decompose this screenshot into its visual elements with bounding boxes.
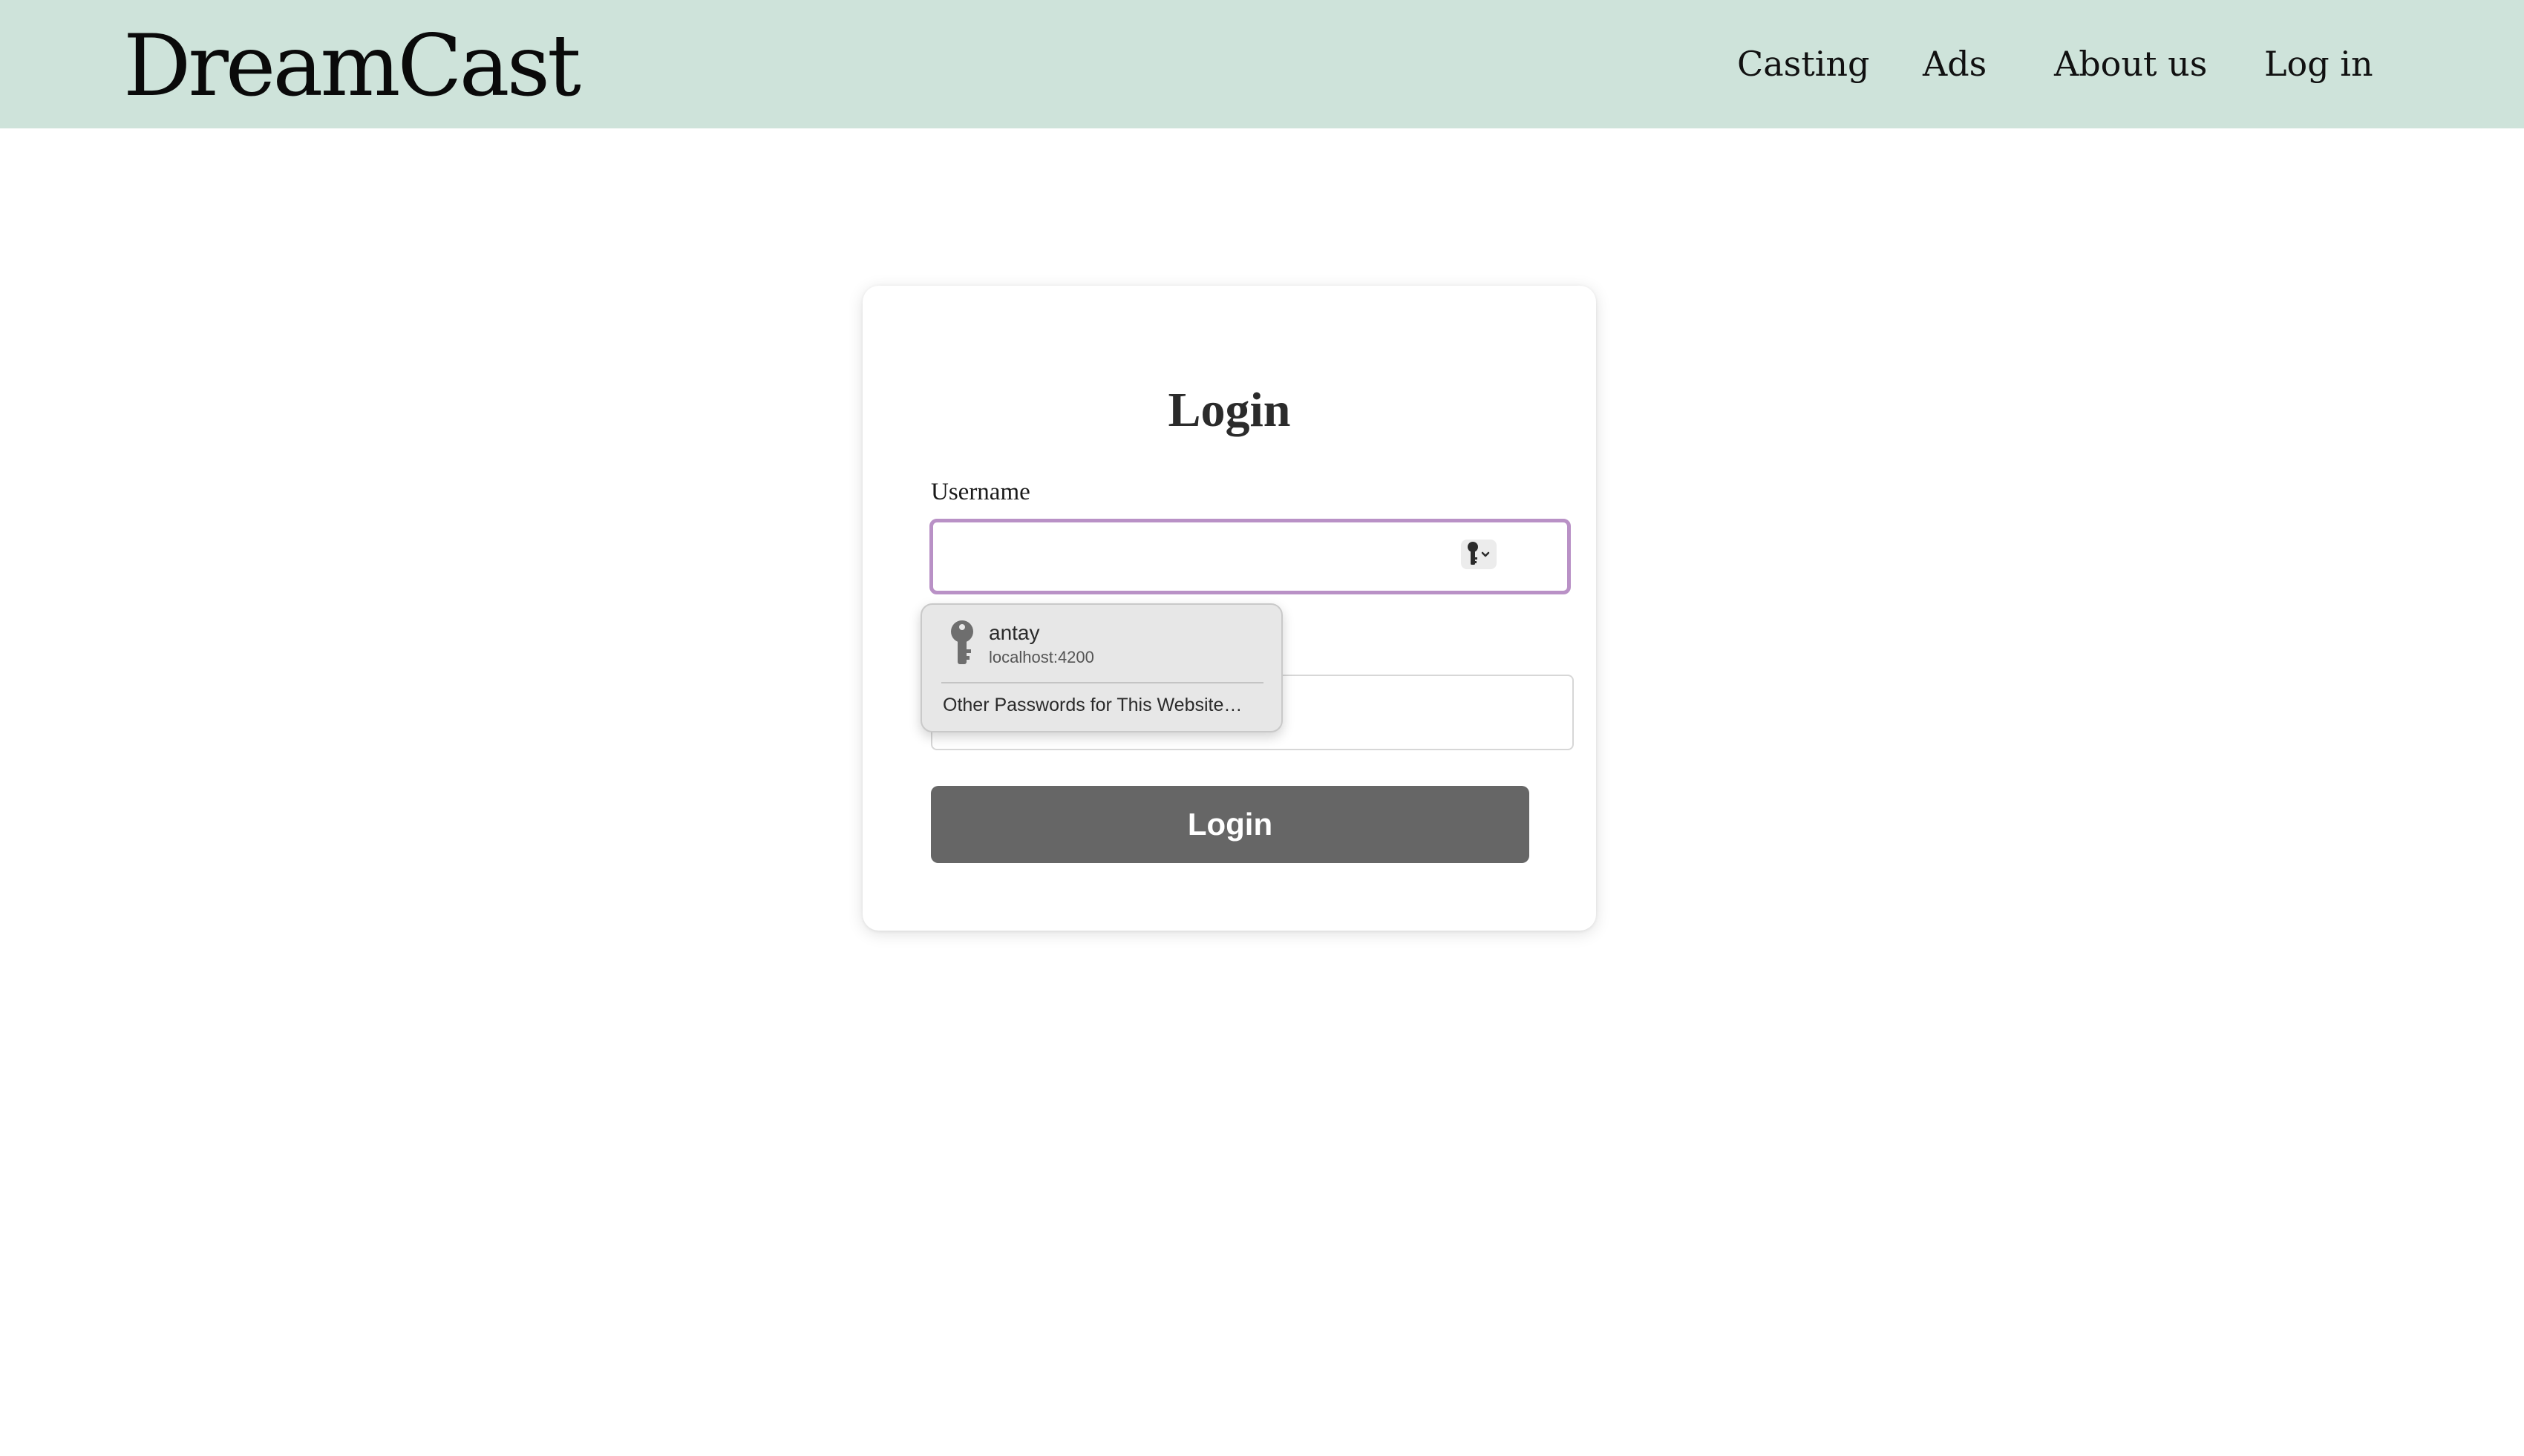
autofill-account-item[interactable]: antay localhost:4200: [922, 605, 1281, 679]
username-label: Username: [931, 479, 1030, 505]
other-passwords-option[interactable]: Other Passwords for This Website…: [943, 692, 1242, 718]
nav-link-log-in[interactable]: Log in: [2264, 36, 2373, 92]
password-autofill-popup: antay localhost:4200 Other Passwords for…: [921, 603, 1283, 732]
nav-link-casting[interactable]: Casting: [1737, 36, 1870, 92]
key-icon: [949, 620, 975, 667]
nav-link-ads[interactable]: Ads: [1923, 36, 1987, 92]
autofill-username: antay: [989, 621, 1040, 644]
autofill-site: localhost:4200: [989, 648, 1094, 666]
top-navbar: DreamCast Casting Ads About us Log in: [0, 0, 2524, 128]
key-dropdown-icon[interactable]: [1461, 540, 1497, 569]
autofill-divider: [941, 682, 1263, 683]
login-title: Login: [1168, 383, 1291, 437]
login-button[interactable]: Login: [931, 786, 1529, 863]
nav-link-about-us[interactable]: About us: [2054, 36, 2207, 92]
site-logo[interactable]: DreamCast: [123, 10, 581, 122]
